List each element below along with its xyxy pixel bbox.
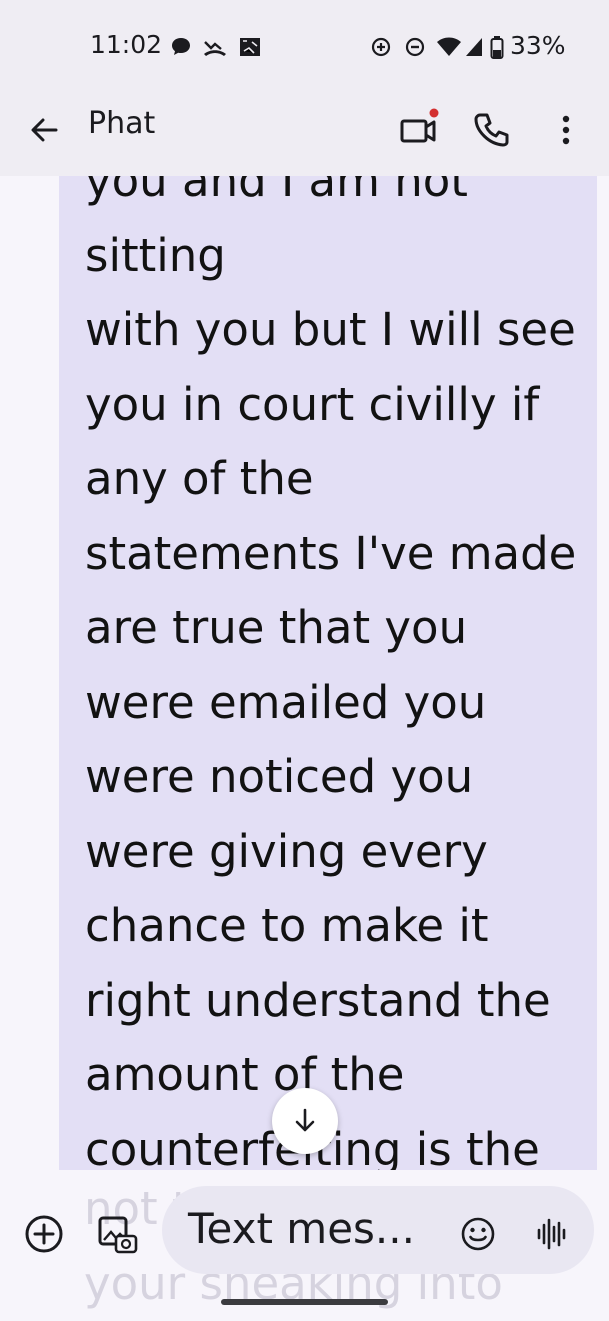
- status-time: 11:02: [90, 30, 163, 59]
- message-bubble[interactable]: you and I am not sitting with you but I …: [59, 176, 597, 1170]
- data-saver-icon: [370, 36, 392, 62]
- add-attachment-button[interactable]: [22, 1212, 66, 1256]
- video-call-icon: [400, 108, 439, 143]
- arrow-down-icon: [295, 1108, 315, 1132]
- scroll-to-bottom-button[interactable]: [272, 1088, 338, 1154]
- status-bar: 11:02 33%: [0, 0, 609, 90]
- more-options-button[interactable]: [548, 108, 584, 152]
- voice-icon: [537, 1218, 566, 1250]
- video-call-button[interactable]: [396, 108, 444, 152]
- wifi-icon: [436, 36, 462, 62]
- missed-call-icon: [202, 36, 228, 62]
- back-arrow-icon: [31, 118, 58, 142]
- contact-name[interactable]: Phat: [88, 106, 155, 141]
- phone-icon: [474, 113, 509, 147]
- add-circle-icon: [25, 1215, 63, 1253]
- voice-message-button[interactable]: [536, 1214, 566, 1254]
- cell-signal-icon: [464, 36, 484, 62]
- battery-icon: [490, 36, 504, 64]
- back-button[interactable]: [22, 108, 66, 152]
- do-not-disturb-icon: [404, 36, 426, 62]
- battery-percentage: 33%: [510, 31, 566, 60]
- message-input[interactable]: Text mes...: [162, 1186, 594, 1274]
- phone-call-button[interactable]: [468, 108, 512, 152]
- emoji-button[interactable]: [460, 1216, 496, 1252]
- emoji-icon: [461, 1217, 495, 1251]
- chat-bubble-icon: [170, 36, 192, 62]
- message-text: you and I am not sitting with you but I …: [85, 176, 577, 1170]
- home-indicator[interactable]: [221, 1299, 388, 1305]
- more-vert-icon: [562, 115, 570, 145]
- message-input-placeholder: Text mes...: [188, 1204, 415, 1253]
- gallery-icon: [98, 1216, 138, 1254]
- media-icon: [238, 36, 262, 62]
- conversation-header: Phat: [0, 90, 609, 176]
- gallery-button[interactable]: [94, 1212, 140, 1258]
